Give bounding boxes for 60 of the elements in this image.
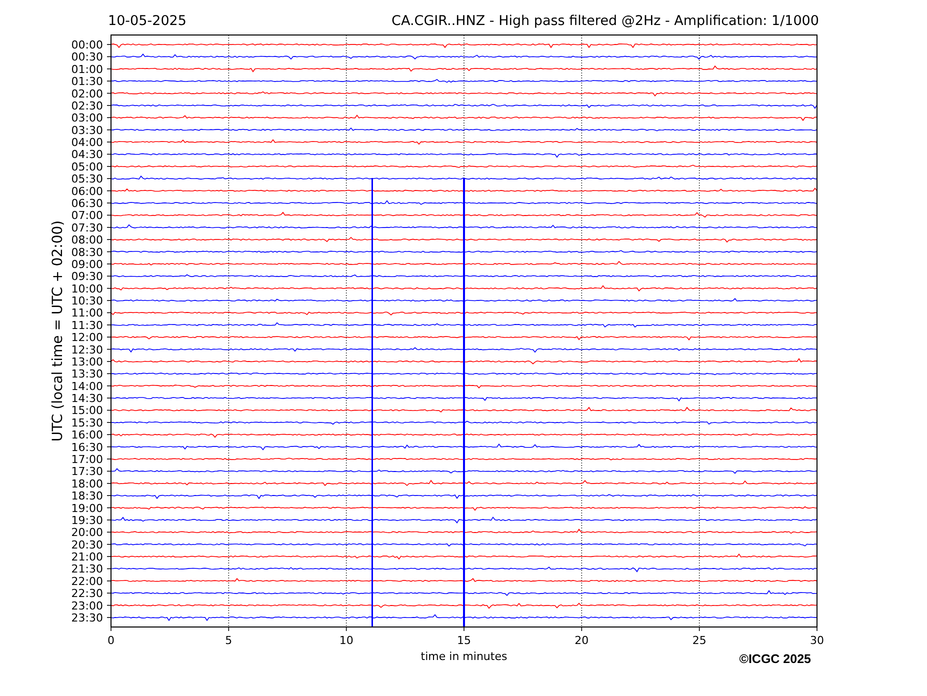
y-tick-label: 18:30 xyxy=(71,490,103,503)
y-tick-label: 23:00 xyxy=(71,599,103,612)
y-tick-label: 06:00 xyxy=(71,184,103,198)
y-tick-label: 02:00 xyxy=(71,87,103,100)
y-tick-label: 00:30 xyxy=(71,50,103,64)
y-tick-label: 14:30 xyxy=(71,392,103,406)
y-tick-label: 19:00 xyxy=(71,502,103,515)
y-tick-label: 11:30 xyxy=(71,318,103,332)
y-tick-label: 05:00 xyxy=(71,160,103,174)
x-tick-label: 0 xyxy=(108,634,114,647)
x-tick-label: 10 xyxy=(339,634,354,647)
y-tick-label: 01:00 xyxy=(71,62,103,76)
y-tick-label: 23:30 xyxy=(71,612,103,624)
y-tick-label: 21:00 xyxy=(71,550,103,564)
y-axis-label: UTC (local time = UTC + 02:00) xyxy=(50,220,66,442)
y-tick-label: 01:30 xyxy=(71,75,103,88)
y-tick-label: 08:00 xyxy=(71,234,103,247)
y-tick-label: 14:00 xyxy=(71,380,103,393)
y-tick-label: 04:00 xyxy=(71,136,103,150)
y-tick-label: 22:30 xyxy=(71,587,103,600)
y-tick-label: 15:30 xyxy=(71,416,103,430)
y-tick-label: 21:30 xyxy=(71,562,103,576)
y-tick-label: 19:30 xyxy=(71,514,103,527)
y-tick-label: 10:30 xyxy=(71,294,103,308)
y-tick-label: 07:30 xyxy=(71,221,103,234)
y-tick-label: 22:00 xyxy=(71,574,103,588)
copyright-text: ©ICGC 2025 xyxy=(739,652,811,666)
y-tick-label: 12:00 xyxy=(71,331,103,344)
y-tick-label: 09:00 xyxy=(71,258,103,271)
y-tick-label: 03:30 xyxy=(71,124,103,137)
y-tick-label: 03:00 xyxy=(71,112,103,125)
y-tick-label: 02:30 xyxy=(71,99,103,112)
plot-title: CA.CGIR..HNZ - High pass filtered @2Hz - Amplification: 1/1000 xyxy=(392,13,819,29)
y-tick-label: 12:30 xyxy=(71,343,103,356)
y-tick-label: 09:30 xyxy=(71,270,103,284)
y-tick-label: 07:00 xyxy=(71,209,103,222)
y-tick-label: 08:30 xyxy=(71,246,103,259)
x-tick-label: 5 xyxy=(225,634,232,647)
y-tick-label: 17:00 xyxy=(71,453,103,466)
y-tick-label: 13:30 xyxy=(71,368,103,381)
x-tick-label: 25 xyxy=(692,634,706,647)
y-tick-label: 06:30 xyxy=(71,197,103,210)
y-tick-label: 13:00 xyxy=(71,355,103,368)
y-tick-label: 04:30 xyxy=(71,148,103,162)
y-tick-label: 00:00 xyxy=(71,38,103,52)
y-tick-label: 10:00 xyxy=(71,282,103,296)
y-tick-label: 15:00 xyxy=(71,404,103,418)
y-tick-label: 16:30 xyxy=(71,440,103,454)
y-tick-label: 18:00 xyxy=(71,477,103,490)
y-tick-label: 05:30 xyxy=(71,172,103,186)
y-tick-label: 16:00 xyxy=(71,428,103,442)
x-tick-label: 15 xyxy=(457,634,471,647)
plot-date: 10-05-2025 xyxy=(108,13,186,29)
x-tick-label: 20 xyxy=(574,634,589,647)
x-tick-label: 30 xyxy=(810,634,824,647)
y-tick-label: 17:30 xyxy=(71,465,103,478)
y-tick-label: 11:00 xyxy=(71,306,103,320)
x-axis-label: time in minutes xyxy=(420,650,508,663)
y-tick-label: 20:30 xyxy=(71,538,103,552)
y-tick-label: 20:00 xyxy=(71,526,103,540)
